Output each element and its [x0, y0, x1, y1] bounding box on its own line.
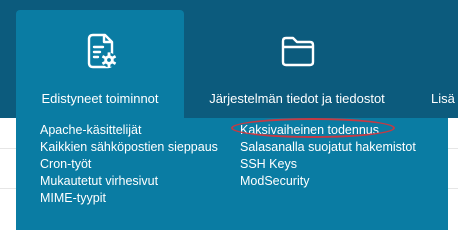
menu-item-catch-all-email[interactable]: Kaikkien sähköpostien sieppaus	[40, 139, 218, 156]
divider	[0, 148, 16, 149]
menu-item-custom-error-pages[interactable]: Mukautetut virhesivut	[40, 173, 218, 190]
menu-item-two-factor-auth[interactable]: Kaksivaiheinen todennus	[240, 122, 416, 139]
menu-item-password-protected-directories[interactable]: Salasanalla suojatut hakemistot	[240, 139, 416, 156]
menu-item-ssh-keys[interactable]: SSH Keys	[240, 156, 416, 173]
folder-icon	[281, 36, 315, 67]
dropdown-column-1: Apache-käsittelijät Kaikkien sähköpostie…	[40, 122, 218, 207]
divider	[0, 188, 16, 189]
page-background-left	[0, 118, 16, 238]
tab-label: Edistyneet toiminnot	[41, 91, 159, 106]
tab-system-info-and-files[interactable]: Järjestelmän tiedot ja tiedostot	[196, 10, 398, 118]
page-background-right	[448, 118, 458, 238]
menu-item-apache-handlers[interactable]: Apache-käsittelijät	[40, 122, 218, 139]
advanced-features-dropdown: Apache-käsittelijät Kaikkien sähköpostie…	[16, 118, 448, 230]
tab-more[interactable]: Lisä	[418, 10, 458, 118]
document-gear-icon	[87, 33, 117, 69]
divider	[448, 188, 458, 189]
menu-item-mime-types[interactable]: MIME-tyypit	[40, 190, 218, 207]
dropdown-column-2: Kaksivaiheinen todennus Salasanalla suoj…	[240, 122, 416, 190]
tab-advanced-features[interactable]: Edistyneet toiminnot	[16, 10, 184, 118]
divider	[448, 148, 458, 149]
tab-label: Lisä	[431, 91, 455, 106]
menu-item-modsecurity[interactable]: ModSecurity	[240, 173, 416, 190]
menu-item-cron-jobs[interactable]: Cron-työt	[40, 156, 218, 173]
tab-label: Järjestelmän tiedot ja tiedostot	[209, 91, 385, 106]
